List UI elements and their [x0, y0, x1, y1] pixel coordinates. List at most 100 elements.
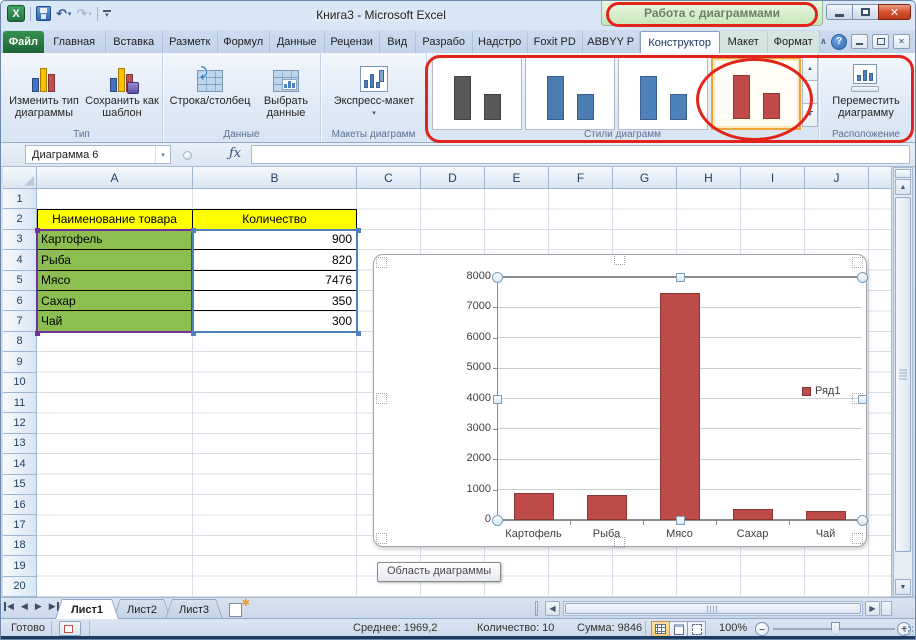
row-header[interactable]: 16 [3, 495, 37, 515]
column-header[interactable]: D [421, 167, 485, 189]
table-cell-name[interactable]: Мясо [37, 271, 193, 291]
row-header[interactable]: 12 [3, 413, 37, 433]
zoom-out-button[interactable]: – [755, 622, 769, 636]
chart-frame-grip[interactable] [376, 257, 387, 268]
column-header[interactable]: G [613, 167, 677, 189]
chart-style-option[interactable] [432, 57, 522, 130]
workbook-minimize-button[interactable] [851, 34, 868, 49]
row-header[interactable]: 2 [3, 209, 37, 229]
table-cell-qty[interactable]: 350 [193, 291, 357, 311]
table-cell-qty[interactable]: 900 [193, 230, 357, 250]
customize-qat-button[interactable]: ▾ [103, 10, 111, 18]
ribbon-tab[interactable]: Разметк [163, 31, 218, 53]
table-cell-qty[interactable]: 7476 [193, 271, 357, 291]
column-header[interactable]: E [485, 167, 549, 189]
scroll-right-button[interactable]: ▶ [865, 601, 880, 616]
chart-bar[interactable] [587, 495, 627, 520]
zoom-level[interactable]: 100% [719, 622, 747, 634]
excel-logo-icon[interactable]: X [7, 5, 25, 22]
row-header[interactable]: 11 [3, 393, 37, 413]
resize-grip[interactable] [903, 625, 913, 635]
close-button[interactable]: ✕ [878, 4, 911, 20]
ribbon-tab[interactable]: Вставка [106, 31, 163, 53]
row-header[interactable]: 1 [3, 189, 37, 209]
table-cell-qty[interactable]: 820 [193, 250, 357, 270]
ribbon-tab[interactable]: Foxit PD [528, 31, 583, 53]
vertical-scrollbar[interactable]: ▲ ▼ [893, 167, 913, 597]
table-cell-name[interactable]: Картофель [37, 230, 193, 250]
zoom-slider-thumb[interactable] [831, 622, 840, 635]
switch-row-column-button[interactable]: ⤸ Строка/столбец [167, 58, 253, 107]
minimize-button[interactable] [826, 4, 853, 20]
workbook-close-button[interactable]: ✕ [893, 34, 910, 49]
ribbon-tab[interactable]: Формул [218, 31, 270, 53]
gallery-more-button[interactable]: ▼ [802, 103, 818, 127]
scroll-up-button[interactable]: ▲ [895, 179, 911, 195]
column-header[interactable]: I [741, 167, 805, 189]
sheet-tab[interactable]: Лист2 [113, 599, 171, 619]
selection-handle[interactable] [857, 272, 868, 283]
chart-style-option[interactable] [618, 57, 708, 130]
ribbon-tab[interactable]: ABBYY P [583, 31, 640, 53]
row-header[interactable]: 9 [3, 352, 37, 372]
gallery-down-button[interactable]: ▼ [802, 80, 818, 104]
ribbon-tab[interactable]: Разрабо [416, 31, 473, 53]
column-header[interactable]: A [37, 167, 193, 189]
view-normal-button[interactable] [651, 621, 670, 637]
selection-handle[interactable] [857, 515, 868, 526]
chart-object[interactable]: 010002000300040005000600070008000Картофе… [373, 254, 867, 547]
row-header[interactable]: 20 [3, 577, 37, 597]
column-header[interactable]: J [805, 167, 869, 189]
table-cell-qty[interactable]: 300 [193, 311, 357, 331]
sheet-tab[interactable]: Лист1 [55, 599, 119, 619]
ribbon-tab[interactable]: Вид [380, 31, 416, 53]
workbook-restore-button[interactable] [872, 34, 889, 49]
row-header[interactable]: 3 [3, 230, 37, 250]
first-sheet-button[interactable]: ◀ [7, 601, 14, 612]
select-data-button[interactable]: Выбрать данные [255, 58, 317, 119]
quick-layout-button[interactable]: Экспресс-макет ▾ [326, 58, 422, 120]
change-chart-type-button[interactable]: Изменить тип диаграммы [7, 58, 81, 119]
tab-file[interactable]: Файл [3, 31, 44, 53]
undo-button[interactable]: ↶▾ [56, 6, 71, 22]
horizontal-scrollbar[interactable] [563, 601, 863, 616]
vertical-split-handle[interactable] [895, 169, 911, 178]
chart-bar[interactable] [660, 293, 700, 520]
help-icon[interactable]: ? [831, 34, 847, 50]
row-header[interactable]: 7 [3, 311, 37, 331]
ribbon-tab[interactable]: Макет [720, 31, 768, 53]
scroll-down-button[interactable]: ▼ [895, 579, 911, 595]
row-header[interactable]: 6 [3, 291, 37, 311]
tab-scroll-splitter[interactable] [535, 601, 538, 616]
selection-handle[interactable] [676, 273, 685, 282]
chart-frame-grip[interactable] [852, 257, 863, 268]
column-header[interactable] [869, 167, 892, 189]
insert-function-icon[interactable]: ƒx [229, 146, 241, 161]
save-as-template-button[interactable]: Сохранить как шаблон [85, 58, 159, 119]
chart-frame-grip[interactable] [614, 254, 625, 265]
chart-bar[interactable] [514, 493, 554, 520]
column-header[interactable]: F [549, 167, 613, 189]
selection-handle[interactable] [858, 395, 867, 404]
column-header[interactable]: H [677, 167, 741, 189]
row-header[interactable]: 4 [3, 250, 37, 270]
chart-bar[interactable] [733, 509, 773, 520]
horizontal-scroll-thumb[interactable] [565, 603, 861, 614]
row-header[interactable]: 8 [3, 332, 37, 352]
chart-legend[interactable]: Ряд1 [802, 385, 840, 397]
chart-frame-grip[interactable] [614, 537, 625, 548]
ribbon-tab[interactable]: Главная [44, 31, 106, 53]
name-box[interactable]: Диаграмма 6 ▾ [25, 145, 171, 164]
table-header-cell[interactable]: Наименование товара [37, 209, 193, 229]
ribbon-tab[interactable]: Формат [768, 31, 820, 53]
row-header[interactable]: 14 [3, 454, 37, 474]
sheet-tab[interactable]: Лист3 [165, 599, 223, 619]
row-header[interactable]: 17 [3, 515, 37, 535]
chevron-down-icon[interactable]: ▾ [155, 146, 170, 163]
view-page-layout-button[interactable] [669, 621, 688, 637]
chart-bar[interactable] [806, 511, 846, 520]
view-page-break-button[interactable] [687, 621, 706, 637]
row-header[interactable]: 10 [3, 373, 37, 393]
chart-style-selected[interactable] [711, 57, 801, 130]
next-sheet-button[interactable]: ▶ [35, 601, 42, 612]
